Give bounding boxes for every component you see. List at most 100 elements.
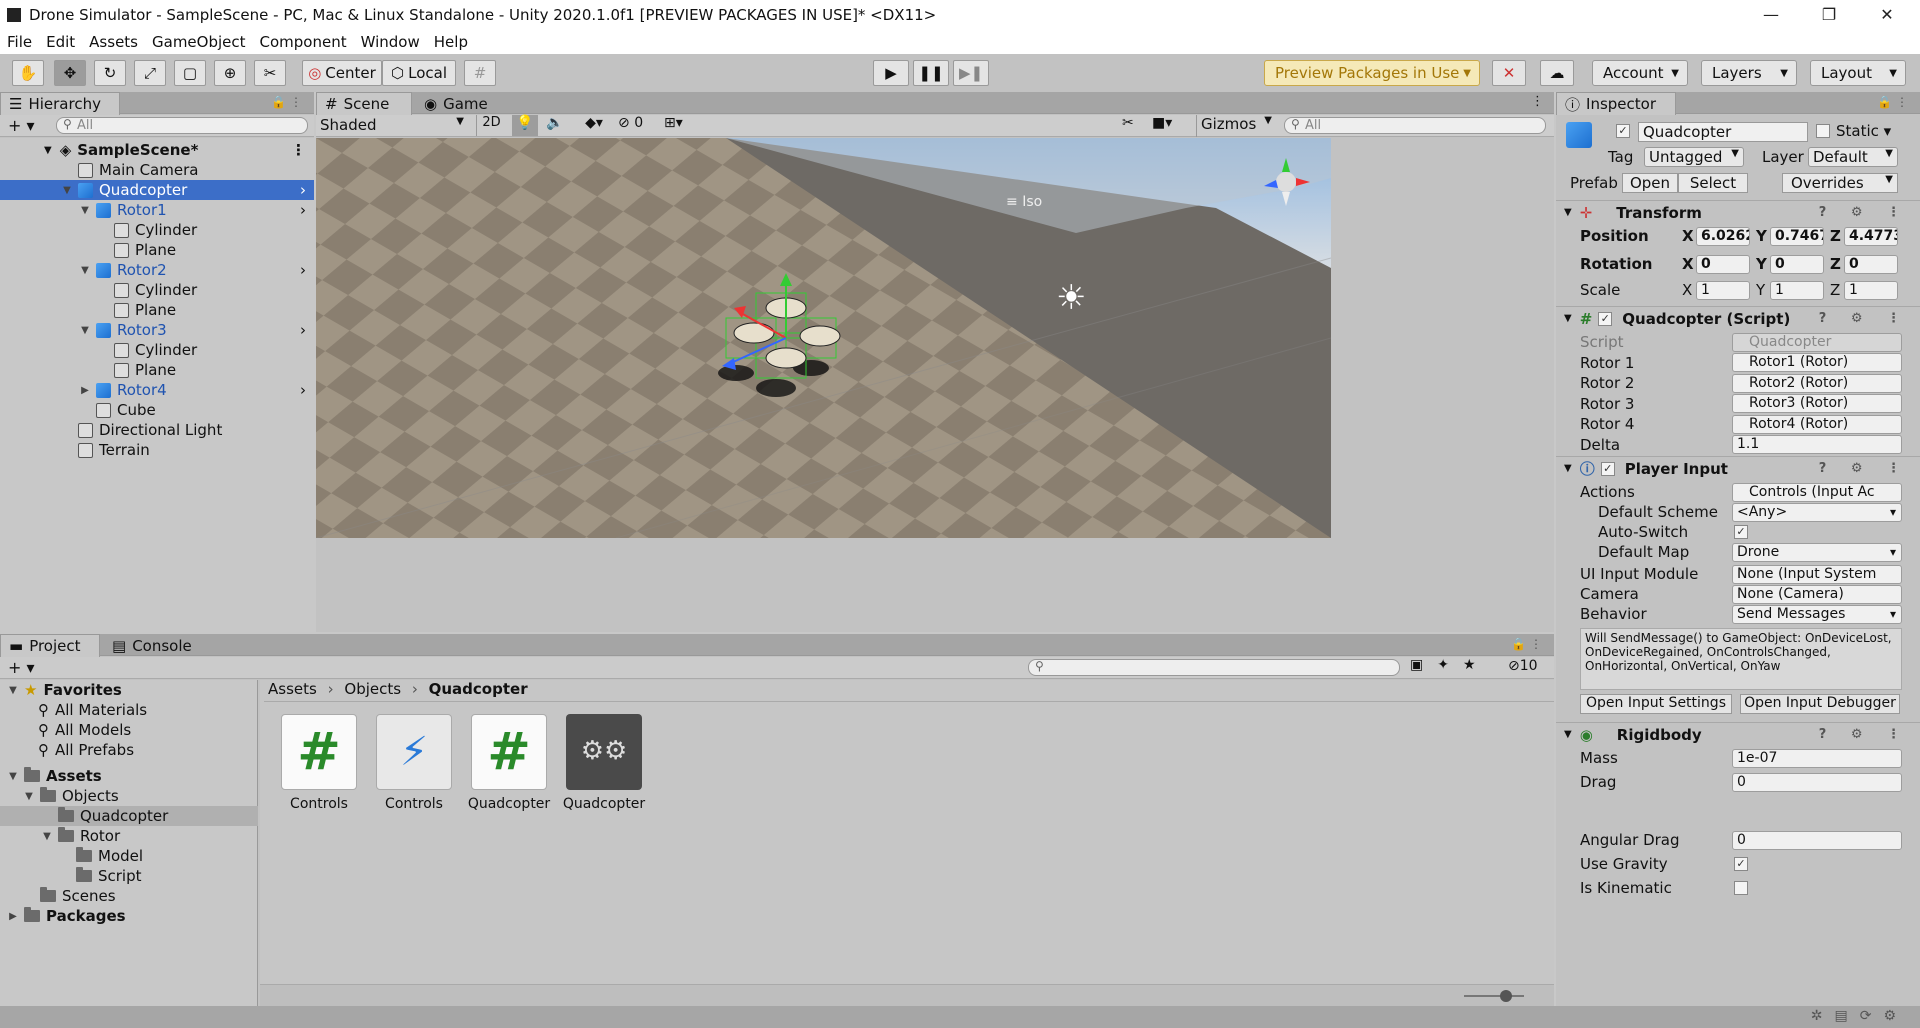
packages-folder[interactable]: ▶ Packages: [0, 906, 258, 926]
hierarchy-item[interactable]: Main Camera: [0, 160, 314, 180]
hierarchy-item[interactable]: Directional Light: [0, 420, 314, 440]
create-dropdown[interactable]: + ▾: [8, 116, 35, 135]
position-x[interactable]: 6.0262: [1696, 226, 1750, 246]
project-create-dropdown[interactable]: + ▾: [8, 658, 35, 677]
prefab-overrides-dropdown[interactable]: Overrides ▼: [1782, 173, 1898, 193]
menu-assets[interactable]: Assets: [82, 33, 145, 51]
collab-icon[interactable]: ✕: [1492, 60, 1526, 86]
use-gravity-checkbox[interactable]: ✓: [1734, 857, 1748, 871]
scenes-folder[interactable]: Scenes: [0, 886, 258, 906]
expand-arrow-icon[interactable]: ▼: [78, 325, 92, 336]
static-label[interactable]: Static ▾: [1836, 122, 1891, 140]
prefab-open-arrow-icon[interactable]: ›: [300, 321, 306, 339]
hierarchy-item[interactable]: Cylinder: [0, 340, 314, 360]
assets-folder[interactable]: ▼ Assets: [0, 766, 258, 786]
rotate-tool-icon[interactable]: ↻: [94, 60, 126, 86]
panel-menu-icon[interactable]: 🔒 ⋮: [271, 95, 302, 109]
grid-icon[interactable]: ⊞▾: [664, 115, 704, 131]
open-input-settings-button[interactable]: Open Input Settings: [1580, 694, 1732, 714]
camera-field[interactable]: None (Camera): [1732, 584, 1902, 604]
hierarchy-item[interactable]: ▼ Rotor3 ›: [0, 320, 314, 340]
hierarchy-search[interactable]: All: [56, 117, 308, 134]
behavior-dropdown[interactable]: Send Messages: [1732, 604, 1902, 624]
player-input-header[interactable]: ▼ ⓘ ✓ Player Input? ⚙ ⋮: [1556, 456, 1920, 480]
favorite-all-prefabs[interactable]: ⚲ All Prefabs: [0, 740, 258, 760]
close-icon[interactable]: ✕: [1858, 0, 1916, 29]
auto-switch-checkbox[interactable]: ✓: [1734, 525, 1748, 539]
layer-dropdown[interactable]: Default ▼: [1808, 147, 1898, 167]
account-dropdown[interactable]: Account ▼: [1592, 60, 1688, 86]
is-kinematic-checkbox[interactable]: [1734, 881, 1748, 895]
minimize-icon[interactable]: —: [1742, 0, 1800, 29]
menu-edit[interactable]: Edit: [39, 33, 82, 51]
hierarchy-item[interactable]: ▼ Quadcopter ›: [0, 180, 314, 200]
pivot-local-button[interactable]: ⬡ Local: [382, 60, 456, 86]
scale-tool-icon[interactable]: ⤢: [134, 60, 166, 86]
tab-game[interactable]: ◉ Game: [416, 92, 498, 115]
scene-root[interactable]: ▼ ◈ SampleScene* ⋮: [0, 140, 314, 160]
hidden-objects-toggle[interactable]: ⊘ 0: [618, 115, 658, 131]
project-filter-icons[interactable]: ▣✦★: [1410, 657, 1490, 673]
hierarchy-item[interactable]: Terrain: [0, 440, 314, 460]
grid-snap-icon[interactable]: #: [464, 60, 496, 86]
script-field-value[interactable]: Quadcopter: [1732, 332, 1902, 352]
hierarchy-item[interactable]: ▼ Rotor1 ›: [0, 200, 314, 220]
rotation-y[interactable]: 0: [1770, 254, 1824, 274]
orientation-gizmo[interactable]: [1256, 152, 1316, 212]
drag-field[interactable]: 0: [1732, 772, 1902, 792]
prefab-open-arrow-icon[interactable]: ›: [300, 201, 306, 219]
objects-folder[interactable]: ▼ Objects: [0, 786, 258, 806]
status-icons[interactable]: ✲▤⟳⚙: [1811, 1008, 1908, 1024]
scale-x[interactable]: 1: [1696, 280, 1750, 300]
move-tool-icon[interactable]: ✥: [54, 60, 86, 86]
tab-hierarchy[interactable]: ☰ Hierarchy: [0, 92, 120, 115]
layers-dropdown[interactable]: Layers ▼: [1701, 60, 1797, 86]
breadcrumb-assets[interactable]: Assets: [268, 680, 317, 698]
rotation-x[interactable]: 0: [1696, 254, 1750, 274]
play-button[interactable]: ▶: [873, 60, 909, 86]
pivot-center-button[interactable]: ◎ Center: [302, 60, 382, 86]
favorite-all-materials[interactable]: ⚲ All Materials: [0, 700, 258, 720]
inspector-menu-icon[interactable]: 🔒 ⋮: [1877, 95, 1908, 109]
default-scheme-dropdown[interactable]: <Any>: [1732, 502, 1902, 522]
gizmos-dropdown[interactable]: Gizmos ▼: [1196, 115, 1276, 137]
scale-y[interactable]: 1: [1770, 280, 1824, 300]
script-field-value[interactable]: Rotor3 (Rotor): [1732, 394, 1902, 413]
transform-tool-icon[interactable]: ⊕: [214, 60, 246, 86]
hierarchy-item[interactable]: Cube: [0, 400, 314, 420]
quadcopter-folder[interactable]: Quadcopter: [0, 806, 258, 826]
position-y[interactable]: 0.7467: [1770, 226, 1824, 246]
scale-z[interactable]: 1: [1844, 280, 1898, 300]
favorite-all-models[interactable]: ⚲ All Models: [0, 720, 258, 740]
script-field-value[interactable]: 1.1: [1732, 435, 1902, 454]
script-header[interactable]: ▼ # ✓ Quadcopter (Script)? ⚙ ⋮: [1556, 306, 1920, 330]
breadcrumb-quadcopter[interactable]: Quadcopter: [429, 680, 528, 698]
tab-project[interactable]: ▬ Project: [0, 634, 100, 657]
hierarchy-item[interactable]: Plane: [0, 300, 314, 320]
hierarchy-item[interactable]: Plane: [0, 240, 314, 260]
tag-dropdown[interactable]: Untagged ▼: [1644, 147, 1744, 167]
camera-icon[interactable]: ■▾: [1152, 115, 1192, 131]
script-field-value[interactable]: Rotor2 (Rotor): [1732, 373, 1902, 393]
favorites-folder[interactable]: ▼ ★ Favorites: [0, 680, 258, 700]
prefab-open-arrow-icon[interactable]: ›: [300, 181, 306, 199]
restore-icon[interactable]: ❐: [1800, 0, 1858, 29]
script-folder[interactable]: Script: [0, 866, 258, 886]
tab-inspector[interactable]: ⓘ Inspector: [1556, 92, 1676, 115]
rect-tool-icon[interactable]: ▢: [174, 60, 206, 86]
prefab-open-arrow-icon[interactable]: ›: [300, 261, 306, 279]
model-folder[interactable]: Model: [0, 846, 258, 866]
hierarchy-item[interactable]: ▶ Rotor4 ›: [0, 380, 314, 400]
layout-dropdown[interactable]: Layout ▼: [1810, 60, 1906, 86]
project-menu-icon[interactable]: 🔒 ⋮: [1511, 637, 1542, 651]
hierarchy-item[interactable]: Cylinder: [0, 220, 314, 240]
rotor-folder[interactable]: ▼ Rotor: [0, 826, 258, 846]
hierarchy-item[interactable]: ▼ Rotor2 ›: [0, 260, 314, 280]
prefab-open-button[interactable]: Open: [1622, 173, 1678, 193]
collapse-arrow-icon[interactable]: ▶: [78, 385, 92, 396]
breadcrumb-objects[interactable]: Objects: [344, 680, 401, 698]
transform-header[interactable]: ▼ ✛ Transform? ⚙ ⋮: [1556, 200, 1920, 224]
prefab-open-arrow-icon[interactable]: ›: [300, 381, 306, 399]
2d-toggle[interactable]: 2D: [476, 115, 506, 136]
lighting-icon[interactable]: 💡: [512, 115, 538, 136]
